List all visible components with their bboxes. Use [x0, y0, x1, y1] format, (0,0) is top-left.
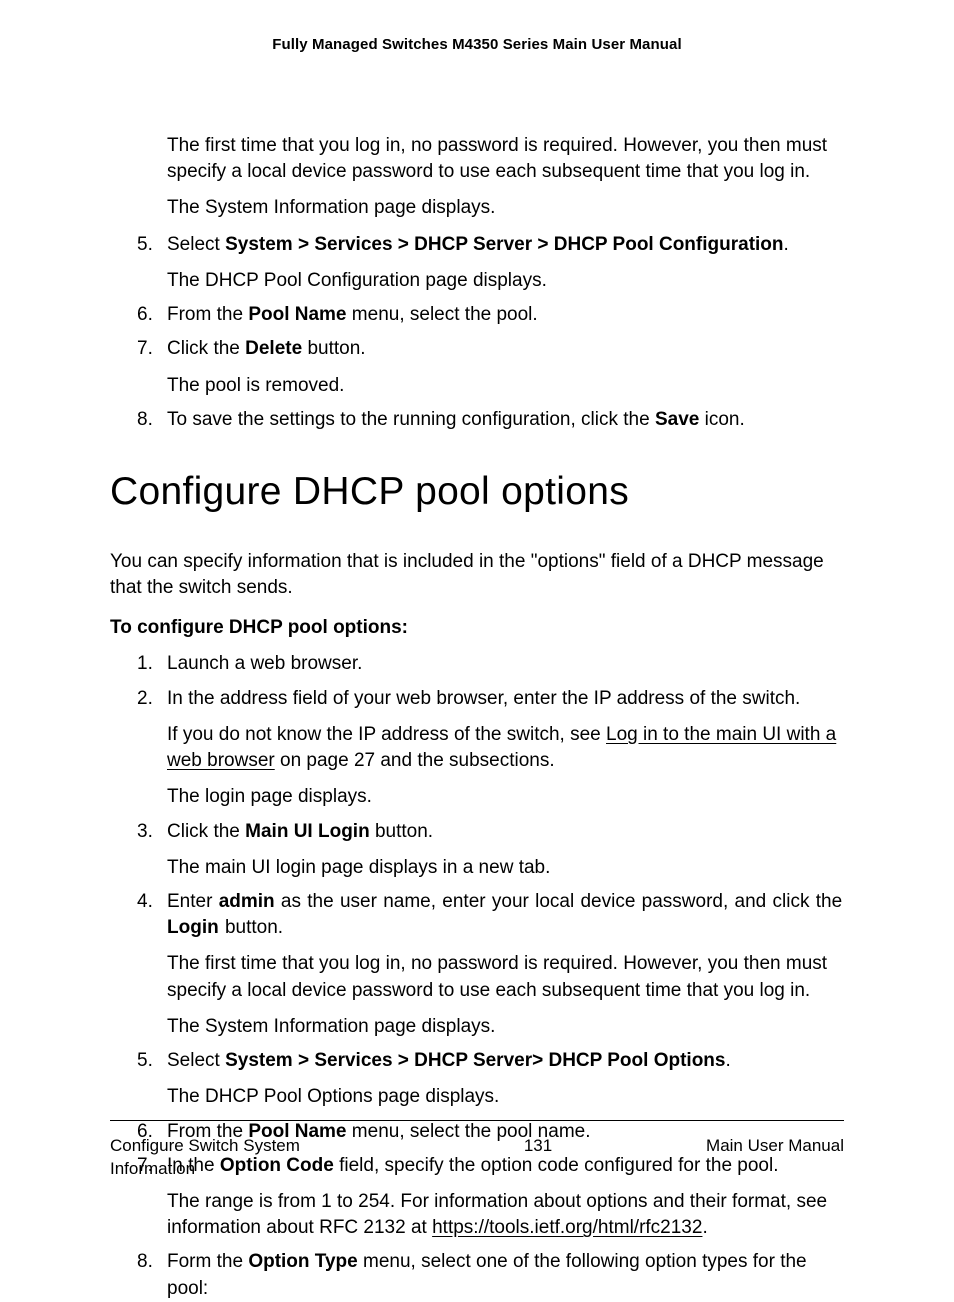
- text-fragment: Click the: [167, 338, 245, 359]
- footer-doc-title: Main User Manual: [706, 1135, 844, 1158]
- text-fragment: as the user name, enter your local devic…: [275, 891, 843, 912]
- text-fragment: From the: [167, 304, 248, 325]
- step-number: 6.: [137, 302, 153, 328]
- step-result: The login page displays.: [167, 784, 844, 810]
- step-1: 1. Launch a web browser.: [137, 651, 844, 677]
- procedure-list-b: 1. Launch a web browser. 2. In the addre…: [110, 651, 844, 1301]
- step-5b: 5. Select System > Services > DHCP Serve…: [137, 1048, 844, 1110]
- text-fragment: .: [784, 234, 789, 255]
- ui-element: Delete: [245, 338, 302, 359]
- step-text: Launch a web browser.: [167, 651, 844, 677]
- menu-path: System > Services > DHCP Server > DHCP P…: [225, 234, 783, 255]
- text-fragment: on page 27 and the subsections.: [275, 750, 555, 771]
- continuation-paragraph: The first time that you log in, no passw…: [167, 133, 844, 185]
- text-fragment: Select: [167, 1050, 225, 1071]
- ui-element: Pool Name: [248, 304, 346, 325]
- step-text: Click the Delete button.: [167, 336, 844, 362]
- footer-chapter: Configure Switch System Information: [110, 1135, 370, 1181]
- step-text: In the address field of your web browser…: [167, 686, 844, 712]
- step-result: The System Information page displays.: [167, 1014, 844, 1040]
- step-text: Select System > Services > DHCP Server >…: [167, 232, 844, 258]
- footer-rule: [110, 1120, 844, 1121]
- text-fragment: To save the settings to the running conf…: [167, 409, 655, 430]
- step-text: The first time that you log in, no passw…: [167, 951, 844, 1003]
- step-number: 4.: [137, 889, 153, 915]
- text-fragment: Enter: [167, 891, 219, 912]
- menu-path: System > Services > DHCP Server> DHCP Po…: [225, 1050, 725, 1071]
- external-link[interactable]: https://tools.ietf.org/html/rfc2132: [432, 1217, 702, 1238]
- step-number: 3.: [137, 819, 153, 845]
- step-result: The pool is removed.: [167, 373, 844, 399]
- step-8: 8. To save the settings to the running c…: [137, 407, 844, 433]
- text-fragment: .: [702, 1217, 707, 1238]
- step-6: 6. From the Pool Name menu, select the p…: [137, 302, 844, 328]
- step-text: Click the Main UI Login button.: [167, 819, 844, 845]
- text-fragment: button.: [370, 821, 433, 842]
- step-8b: 8. Form the Option Type menu, select one…: [137, 1249, 844, 1301]
- procedure-list-a: 5. Select System > Services > DHCP Serve…: [110, 232, 844, 433]
- step-3: 3. Click the Main UI Login button. The m…: [137, 819, 844, 881]
- step-text: To save the settings to the running conf…: [167, 407, 844, 433]
- ui-element: Main UI Login: [245, 821, 370, 842]
- ui-element: Login: [167, 917, 219, 938]
- text-fragment: Select: [167, 234, 225, 255]
- step-number: 2.: [137, 686, 153, 712]
- section-heading: Configure DHCP pool options: [110, 465, 844, 519]
- step-text: Form the Option Type menu, select one of…: [167, 1249, 844, 1301]
- page-number: 131: [524, 1135, 552, 1158]
- step-7: 7. Click the Delete button. The pool is …: [137, 336, 844, 398]
- text-fragment: menu, select the pool.: [347, 304, 538, 325]
- page-footer: Configure Switch System Information 131 …: [110, 1120, 844, 1181]
- step-number: 1.: [137, 651, 153, 677]
- step-2: 2. In the address field of your web brow…: [137, 686, 844, 811]
- section-lead: You can specify information that is incl…: [110, 549, 844, 601]
- text-fragment: icon.: [699, 409, 744, 430]
- step-result: The DHCP Pool Options page displays.: [167, 1084, 844, 1110]
- document-page: Fully Managed Switches M4350 Series Main…: [0, 0, 954, 1235]
- text-fragment: .: [725, 1050, 730, 1071]
- step-text: The range is from 1 to 254. For informat…: [167, 1189, 844, 1241]
- text-fragment: button.: [219, 917, 283, 938]
- step-number: 8.: [137, 1249, 153, 1275]
- ui-element: Save: [655, 409, 699, 430]
- running-header: Fully Managed Switches M4350 Series Main…: [110, 36, 844, 53]
- step-result: The DHCP Pool Configuration page display…: [167, 268, 844, 294]
- ui-element: Option Type: [248, 1251, 357, 1272]
- step-text: Select System > Services > DHCP Server> …: [167, 1048, 844, 1074]
- step-number: 5.: [137, 232, 153, 258]
- step-4: 4. Enter admin as the user name, enter y…: [137, 889, 844, 1040]
- step-5: 5. Select System > Services > DHCP Serve…: [137, 232, 844, 294]
- text-fragment: button.: [302, 338, 365, 359]
- ui-value: admin: [219, 891, 275, 912]
- text-fragment: Form the: [167, 1251, 248, 1272]
- step-number: 5.: [137, 1048, 153, 1074]
- step-text: From the Pool Name menu, select the pool…: [167, 302, 844, 328]
- text-fragment: If you do not know the IP address of the…: [167, 724, 606, 745]
- step-number: 7.: [137, 336, 153, 362]
- step-number: 8.: [137, 407, 153, 433]
- step-text: Enter admin as the user name, enter your…: [167, 889, 844, 941]
- step-result: The main UI login page displays in a new…: [167, 855, 844, 881]
- task-heading: To configure DHCP pool options:: [110, 615, 844, 641]
- text-fragment: Click the: [167, 821, 245, 842]
- continuation-paragraph: The System Information page displays.: [167, 195, 844, 221]
- step-text: If you do not know the IP address of the…: [167, 722, 844, 774]
